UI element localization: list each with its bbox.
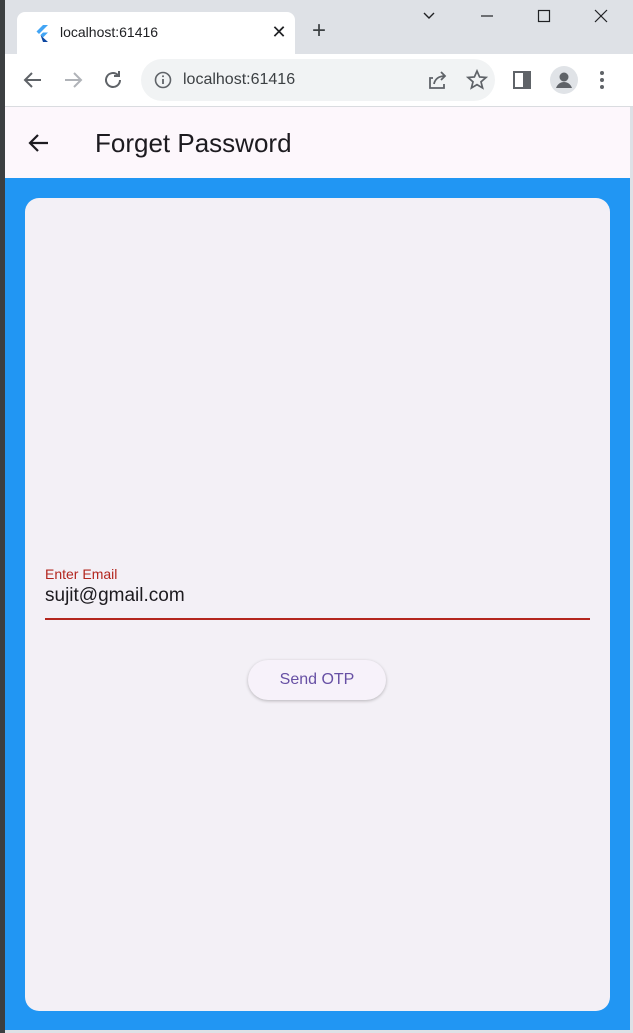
email-field-underline: [45, 618, 590, 620]
star-icon[interactable]: [465, 68, 489, 92]
back-arrow-icon[interactable]: [27, 131, 51, 155]
side-panel-icon[interactable]: [510, 68, 534, 92]
forward-icon[interactable]: [61, 68, 85, 92]
browser-tab[interactable]: localhost:61416 ✕: [17, 12, 295, 54]
profile-icon[interactable]: [550, 66, 578, 94]
url-text[interactable]: localhost:61416: [183, 71, 295, 89]
reload-icon[interactable]: [101, 68, 125, 92]
tab-search-chevron-down-icon[interactable]: [415, 8, 443, 32]
info-icon[interactable]: [153, 70, 173, 90]
tab-close-icon[interactable]: ✕: [269, 22, 289, 42]
kebab-menu-icon[interactable]: [590, 68, 614, 92]
address-bar[interactable]: localhost:61416: [141, 59, 495, 101]
browser-window: localhost:61416 ✕ + localhost:61416 Forg…: [0, 0, 633, 1033]
app-bar: Forget Password: [5, 107, 630, 178]
minimize-icon[interactable]: [473, 8, 501, 32]
email-field-label: Enter Email: [45, 566, 118, 582]
send-otp-button[interactable]: Send OTP: [248, 660, 386, 700]
new-tab-button[interactable]: +: [307, 19, 331, 44]
maximize-icon[interactable]: [530, 8, 558, 32]
form-card: Enter Email sujit@gmail.com Send OTP: [25, 198, 610, 1011]
email-field[interactable]: sujit@gmail.com: [45, 585, 185, 607]
page-title: Forget Password: [95, 128, 292, 158]
browser-toolbar: localhost:61416: [5, 54, 633, 107]
window-close-icon[interactable]: [587, 8, 615, 32]
back-icon[interactable]: [21, 68, 45, 92]
share-icon[interactable]: [425, 68, 449, 92]
flutter-favicon-icon: [33, 24, 51, 42]
page-background: Enter Email sujit@gmail.com Send OTP: [5, 178, 630, 1030]
tab-title: localhost:61416: [60, 24, 159, 40]
tab-strip: localhost:61416 ✕ +: [5, 0, 633, 54]
